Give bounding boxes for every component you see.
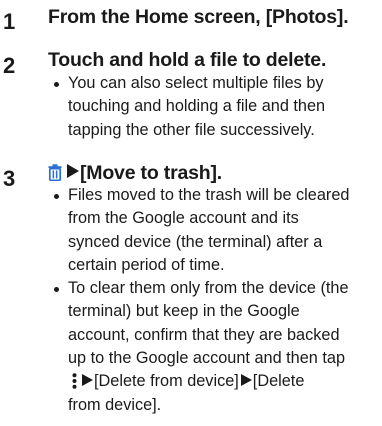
bullet-line: from device]. (68, 395, 162, 414)
bullet-line: Files moved to the trash will be cleared (68, 186, 350, 204)
step-title: Touch and hold a file to delete. (48, 49, 327, 71)
more-vert-icon (72, 373, 77, 390)
arrow-right-icon (82, 374, 93, 387)
step-number: 2 (3, 53, 16, 78)
menu-action-delete: [Delete (252, 372, 305, 391)
bullet-list: You can also select multiple files by to… (54, 72, 380, 142)
bullet-line: tapping the other file successively. (68, 120, 315, 139)
bullet-line: terminal) but keep in the Google (68, 302, 300, 321)
bullet-line: up to the Google account and then tap (68, 349, 345, 368)
bullet-item: To clear them only from the device (the … (54, 277, 380, 417)
trash-icon (48, 164, 62, 181)
bullet-line: [Delete from device] [Delete (68, 370, 380, 393)
arrow-right-icon (67, 164, 79, 178)
bullet-line: from the Google account and its (68, 209, 299, 228)
bullet-line: certain period of time. (68, 255, 225, 274)
step-title: [Move to trash]. (48, 162, 222, 184)
bullet-list: Files moved to the trash will be cleared… (54, 184, 380, 417)
bullet-item: You can also select multiple files by to… (54, 72, 380, 142)
arrow-right-icon (240, 374, 252, 387)
step-number: 3 (3, 166, 16, 191)
bullet-line: touching and holding a file and then (68, 97, 326, 116)
step-title: From the Home screen, [Photos]. (48, 6, 349, 28)
menu-action-delete-from-device: [Delete from device] (94, 372, 239, 391)
bullet-item: Files moved to the trash will be cleared… (54, 184, 380, 277)
bullet-line: To clear them only from the device (the (68, 279, 349, 298)
bullet-line: synced device (the terminal) after a (68, 232, 323, 251)
step-title-text: [Move to trash]. (80, 162, 222, 184)
step-number: 1 (3, 9, 16, 34)
bullet-line: account, confirm that they are backed (68, 325, 340, 344)
bullet-line: You can also select multiple files by (68, 74, 324, 92)
